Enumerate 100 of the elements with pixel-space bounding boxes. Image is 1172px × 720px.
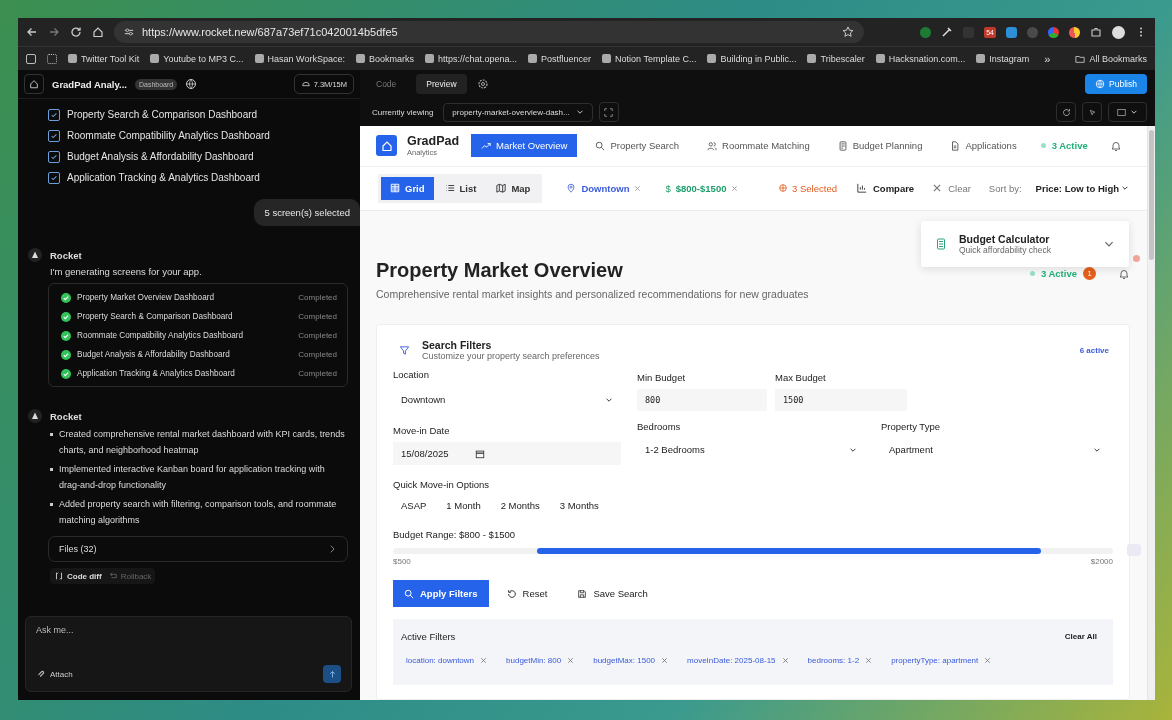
scrollbar-thumb[interactable] [1149,130,1154,260]
editor-tab[interactable]: Code [366,74,407,94]
sort-select[interactable]: Price: Low to High [1035,182,1129,194]
apply-filters-button[interactable]: Apply Filters [393,580,489,607]
quick-option-button[interactable]: 2 Months [492,496,548,515]
nav-link[interactable]: Applications [940,134,1027,158]
nav-link[interactable]: Roommate Matching [697,134,820,158]
remove-icon[interactable] [865,657,873,664]
quick-option-button[interactable]: ASAP [393,496,435,515]
active-filter-chip[interactable]: bedrooms: 1-2 [802,656,873,665]
filter-chip[interactable]: $ $800-$1500 [659,178,745,198]
budget-calculator-card[interactable]: Budget Calculator Quick affordability check [921,221,1129,267]
nav-link[interactable]: Property Search [585,134,690,158]
all-bookmarks[interactable]: All Bookmarks [1075,53,1147,64]
quick-option-button[interactable]: 1 Month [438,496,489,515]
home-button[interactable] [24,74,44,94]
fullscreen-button[interactable] [598,102,619,122]
date-field[interactable]: 15/08/2025 [393,442,621,465]
message-text: I'm generating screens for your app. [50,266,203,277]
check-icon [50,131,58,140]
bookmark-star-icon[interactable] [842,26,854,38]
more-bookmarks[interactable]: » [1044,52,1051,65]
nav-link[interactable]: Budget Planning [827,134,933,158]
bookmark[interactable]: Notion Template C... [602,53,697,64]
apps-icon[interactable] [26,53,36,64]
reset-button[interactable]: Reset [494,580,560,607]
remove-icon[interactable] [781,657,789,664]
checkbox[interactable] [48,150,60,163]
attach-button[interactable]: Attach [36,669,73,679]
forward-icon[interactable] [48,26,60,38]
field-label: Max Budget [775,372,827,383]
bookmark[interactable]: Postfluencer [528,53,592,64]
back-icon[interactable] [26,26,38,38]
undo-icon [107,571,118,581]
compare-button[interactable]: Compare [856,182,915,194]
quick-option-button[interactable]: 3 Months [551,496,607,515]
bullet-text: Implemented interactive Kanban board for application tracking with drag-and-drop functionality [59,463,326,492]
active-filter-chip[interactable]: propertyType: apartment [886,656,992,665]
remove-icon[interactable] [984,657,992,664]
bookmark[interactable]: Twitter Tool Kit [68,53,140,64]
screen-select[interactable]: property-market-overview-dash... [443,102,593,122]
extension-icon[interactable] [1048,26,1059,38]
nav-link[interactable]: Market Overview [471,134,578,158]
publish-button[interactable]: Publish [1085,74,1147,94]
send-button[interactable] [323,665,341,683]
remove-icon[interactable] [567,657,575,664]
chat-input[interactable]: Ask me... Attach [25,616,352,692]
select-element-button[interactable] [1082,102,1102,122]
bookmark[interactable]: Youtube to MP3 C... [150,53,244,64]
eyedropper-icon[interactable] [941,26,954,38]
check-circle-icon [61,311,71,322]
active-filter-chip[interactable]: moveInDate: 2025-08-15 [682,656,789,665]
active-filter-chip[interactable]: budgetMin: 800 [501,656,575,665]
calendar-icon[interactable] [475,448,485,459]
bookmark[interactable]: Instagram [976,53,1030,64]
address-bar[interactable]: https://www.rocket.new/687a73ef71c0420014b5dfe5 [114,21,864,43]
task-status: Completed [298,369,337,378]
min-budget-field[interactable]: 800 [637,389,767,411]
max-budget-field[interactable]: 1500 [775,389,907,411]
close-icon [932,183,943,194]
reload-icon[interactable] [70,26,82,38]
bell-icon[interactable] [1109,139,1122,152]
checkbox[interactable] [48,171,60,184]
extension-icon[interactable] [1006,26,1017,38]
project-name[interactable]: GradPad Analy... [52,78,127,90]
active-filter-chip[interactable]: budgetMax: 1500 [588,656,669,665]
remove-icon[interactable] [661,657,669,664]
home-logo-icon[interactable] [376,135,397,157]
bookmark[interactable]: Bookmarks [355,53,414,64]
checkbox[interactable] [48,108,60,121]
refresh-button[interactable] [1056,102,1076,122]
remove-icon[interactable] [480,657,488,664]
device-button[interactable] [1108,102,1147,122]
view-button[interactable]: Grid [381,176,434,200]
bookmark[interactable]: Hacksnation.com... [875,53,966,64]
site-settings-icon[interactable] [124,27,134,37]
puzzle-icon[interactable] [1090,26,1102,38]
selected-count[interactable]: 3 Selected [778,182,837,194]
home-icon[interactable] [92,26,104,38]
active-filter-chip[interactable]: location: downtown [401,656,488,665]
bookmark[interactable]: Hasan WorkSpace: [254,53,345,64]
check-circle-icon [61,349,71,360]
files-button[interactable]: Files (32) [48,536,348,562]
paperclip-icon [36,669,46,679]
view-button[interactable]: List [435,176,486,200]
save-search-button[interactable]: Save Search [565,580,660,607]
action-button[interactable]: Code diff [54,571,102,581]
editor-tab[interactable]: Preview [416,74,467,94]
bookmark[interactable]: https://chat.opena... [424,53,518,64]
extension-icon[interactable] [1069,26,1080,38]
avatar-icon[interactable] [1112,25,1125,39]
view-button[interactable]: Map [487,176,540,200]
clear-button[interactable]: Clear [932,182,971,194]
clear-all-button[interactable]: Clear All [1064,632,1097,641]
checkbox[interactable] [48,129,60,142]
bookmark[interactable]: Tribescaler [807,53,865,64]
bell-icon[interactable] [1118,267,1130,280]
filter-chip[interactable]: Downtown [560,178,648,198]
settings-icon[interactable] [476,78,489,90]
bookmark[interactable]: Building in Public... [707,53,797,64]
